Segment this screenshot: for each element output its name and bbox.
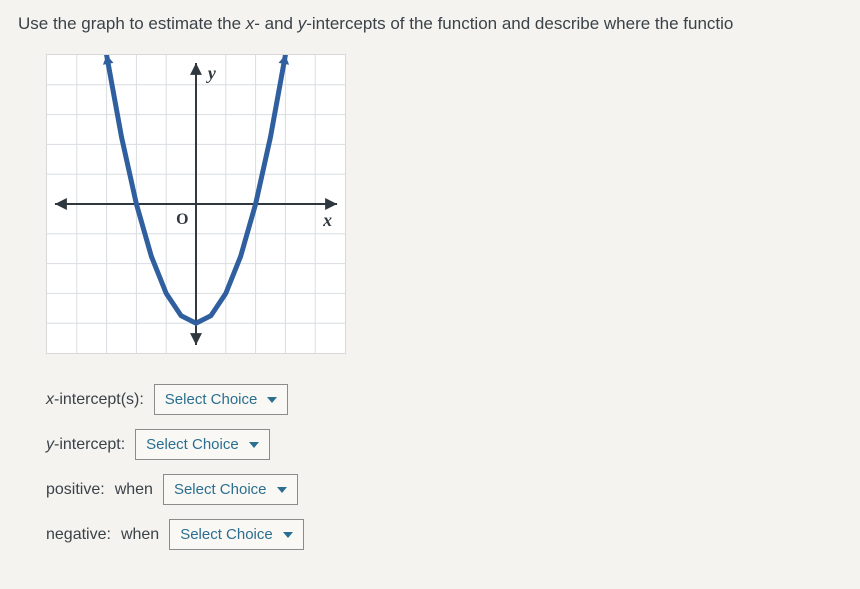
y-intercept-row: y-intercept: Select Choice <box>46 429 842 460</box>
instr-mid1: - and <box>254 14 297 33</box>
x-intercept-row: x-intercept(s): Select Choice <box>46 384 842 415</box>
chevron-down-icon <box>249 440 259 450</box>
y-intercept-select-text: Select Choice <box>146 436 239 453</box>
negative-when: when <box>121 526 159 544</box>
chevron-down-icon <box>283 530 293 540</box>
y-intercept-label: y-intercept: <box>46 436 125 454</box>
chevron-down-icon <box>277 485 287 495</box>
answers-block: x-intercept(s): Select Choice y-intercep… <box>46 384 842 550</box>
positive-select[interactable]: Select Choice <box>163 474 298 505</box>
positive-select-text: Select Choice <box>174 481 267 498</box>
negative-select[interactable]: Select Choice <box>169 519 304 550</box>
y-axis-label: y <box>206 63 216 83</box>
negative-label: negative: <box>46 526 111 544</box>
instruction-text: Use the graph to estimate the x- and y-i… <box>18 14 842 34</box>
instr-x: x <box>246 14 255 33</box>
graph: y x O <box>46 54 346 354</box>
negative-row: negative: when Select Choice <box>46 519 842 550</box>
y-intercept-select[interactable]: Select Choice <box>135 429 270 460</box>
instr-prefix: Use the graph to estimate the <box>18 14 246 33</box>
positive-row: positive: when Select Choice <box>46 474 842 505</box>
x-axis-label: x <box>322 210 332 230</box>
origin-label: O <box>176 211 188 228</box>
instr-mid2: -intercepts of the function and describe… <box>306 14 733 33</box>
x-intercept-label: x-intercept(s): <box>46 391 144 409</box>
positive-when: when <box>115 481 153 499</box>
chevron-down-icon <box>267 395 277 405</box>
instr-y: y <box>298 14 307 33</box>
graph-svg: y x O <box>47 55 345 353</box>
positive-label: positive: <box>46 481 105 499</box>
x-intercept-select[interactable]: Select Choice <box>154 384 289 415</box>
x-intercept-select-text: Select Choice <box>165 391 258 408</box>
negative-select-text: Select Choice <box>180 526 273 543</box>
